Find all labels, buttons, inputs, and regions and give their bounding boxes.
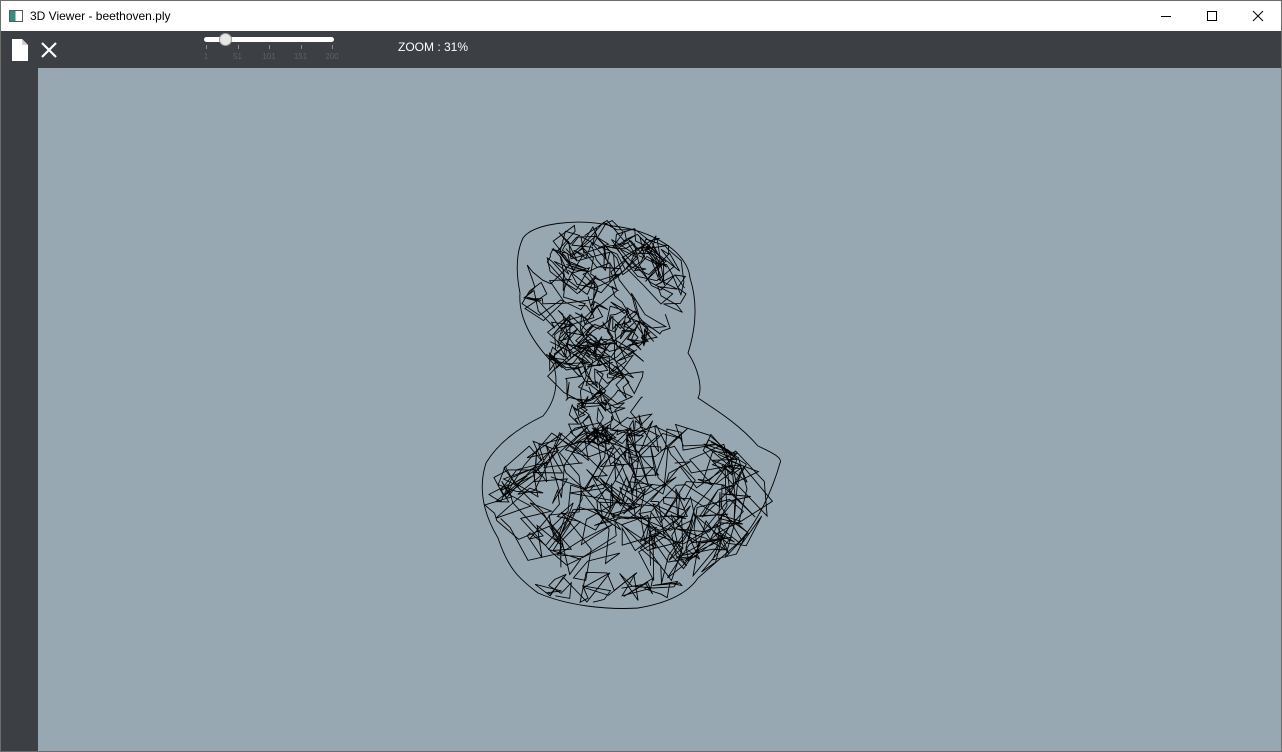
zoom-slider[interactable]: 1 51 101 151 200 [201, 33, 341, 65]
wireframe-mesh [483, 219, 774, 604]
side-panel [1, 68, 38, 751]
zoom-slider-tick-label: 1 [203, 52, 209, 61]
file-icon [12, 39, 28, 61]
wireframe-silhouette [481, 221, 781, 609]
minimize-button[interactable] [1143, 1, 1189, 31]
wireframe-strand [576, 301, 638, 380]
zoom-slider-thumb[interactable] [218, 33, 232, 46]
toolbar: 1 51 101 151 200 ZOOM : 31% [1, 31, 1281, 68]
zoom-slider-tick-label: 101 [262, 52, 276, 61]
zoom-slider-tick [269, 45, 270, 49]
minimize-icon [1161, 16, 1171, 17]
wireframe-strand [545, 321, 644, 405]
window-title: 3D Viewer - beethoven.ply [30, 9, 171, 23]
3d-viewport[interactable] [38, 68, 1281, 751]
zoom-slider-tick [300, 45, 302, 49]
window-close-button[interactable] [1235, 1, 1281, 31]
zoom-readout: ZOOM : 31% [398, 40, 469, 54]
close-file-button[interactable] [39, 40, 59, 60]
zoom-slider-tick-label: 51 [233, 52, 242, 61]
zoom-slider-tick-label: 151 [293, 52, 308, 61]
close-icon [41, 42, 57, 58]
app-window: 3D Viewer - beethoven.ply 1 51 101 151 2… [0, 0, 1282, 752]
maximize-button[interactable] [1189, 1, 1235, 31]
maximize-icon [1207, 11, 1217, 21]
zoom-slider-tick [332, 45, 333, 49]
app-window-icon [9, 10, 23, 22]
open-file-button[interactable] [9, 38, 31, 62]
zoom-slider-tick [206, 45, 207, 49]
zoom-slider-tick-label: 200 [325, 52, 339, 61]
title-bar[interactable]: 3D Viewer - beethoven.ply [1, 1, 1281, 31]
wireframe-model[interactable] [38, 68, 1281, 751]
zoom-slider-tick [237, 45, 239, 49]
window-close-icon [1252, 10, 1264, 22]
